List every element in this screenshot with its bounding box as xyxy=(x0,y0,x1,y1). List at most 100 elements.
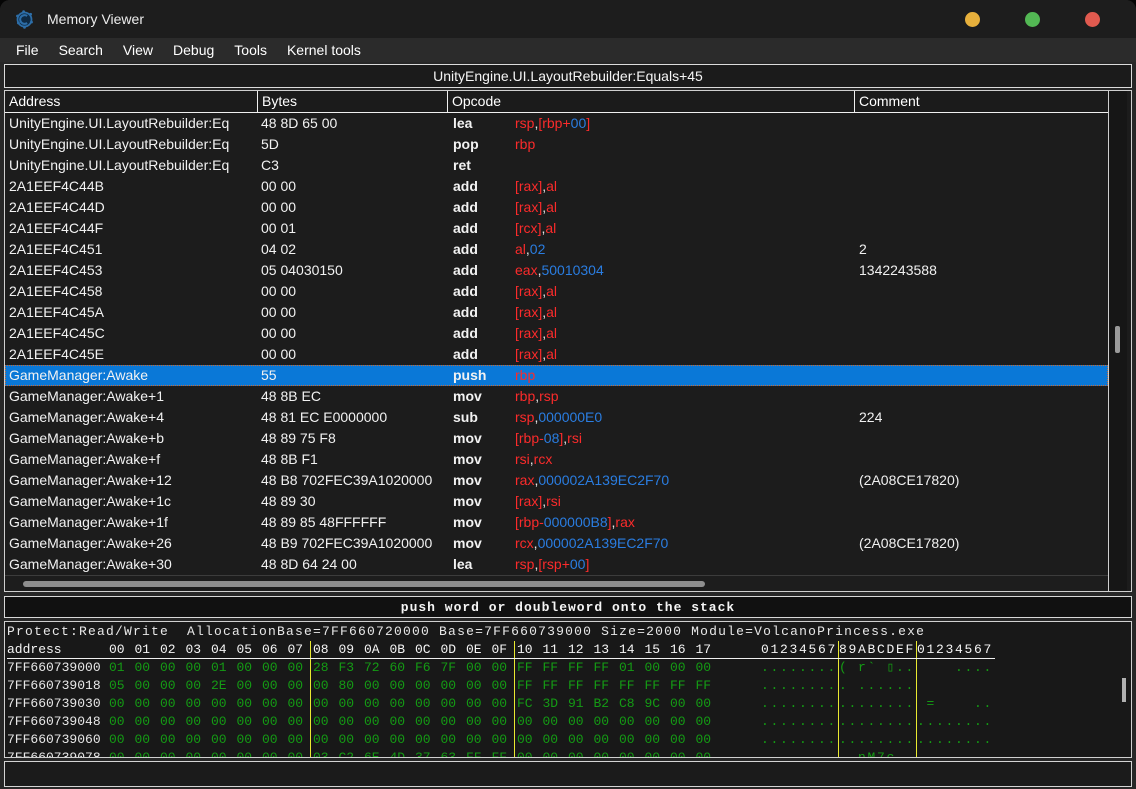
hex-byte[interactable]: F6 xyxy=(413,659,439,677)
hex-byte[interactable]: 00 xyxy=(515,749,541,758)
disassembly-row[interactable]: GameManager:Awake+30 48 8D 64 24 00 lea … xyxy=(5,554,1108,575)
hex-byte[interactable]: FF xyxy=(592,677,618,695)
hex-byte[interactable]: FC xyxy=(515,695,541,713)
hex-byte[interactable]: 00 xyxy=(286,749,312,758)
hex-byte[interactable]: FF xyxy=(490,749,516,758)
hex-byte[interactable]: 00 xyxy=(464,695,490,713)
hex-byte[interactable]: FF xyxy=(566,677,592,695)
disassembly-row[interactable]: 2A1EEF4C44D 00 00 add [rax],al xyxy=(5,197,1108,218)
hex-byte[interactable]: 00 xyxy=(158,713,184,731)
hex-byte[interactable]: 00 xyxy=(184,659,210,677)
hex-byte[interactable]: 00 xyxy=(694,731,720,749)
hex-byte[interactable]: 00 xyxy=(311,695,337,713)
disassembly-row[interactable]: GameManager:Awake 55 push rbp xyxy=(5,365,1108,386)
hex-byte[interactable]: FF xyxy=(694,677,720,695)
hex-byte[interactable]: 00 xyxy=(592,731,618,749)
disassembly-row[interactable]: GameManager:Awake+1 48 8B EC mov rbp,rsp xyxy=(5,386,1108,407)
hex-byte[interactable]: 00 xyxy=(694,749,720,758)
hex-byte[interactable]: 00 xyxy=(311,677,337,695)
hex-byte[interactable]: 00 xyxy=(107,731,133,749)
hex-byte[interactable]: 00 xyxy=(464,731,490,749)
hex-byte[interactable]: 00 xyxy=(643,659,669,677)
hex-byte[interactable]: 28 xyxy=(311,659,337,677)
hex-byte[interactable]: 00 xyxy=(439,695,465,713)
hex-byte[interactable]: 00 xyxy=(617,749,643,758)
hex-ascii-text[interactable]: ........ xyxy=(761,677,839,695)
hex-byte[interactable]: 00 xyxy=(235,731,261,749)
hex-byte[interactable]: 00 xyxy=(490,731,516,749)
hex-byte[interactable]: 00 xyxy=(184,731,210,749)
hex-byte[interactable]: 00 xyxy=(133,749,159,758)
hex-byte[interactable]: 00 xyxy=(388,713,414,731)
hex-byte[interactable]: 91 xyxy=(566,695,592,713)
hex-byte[interactable]: 00 xyxy=(439,677,465,695)
hex-ascii-text[interactable] xyxy=(917,677,995,695)
hex-byte[interactable]: 00 xyxy=(286,659,312,677)
hex-byte[interactable]: 00 xyxy=(107,749,133,758)
hex-byte[interactable]: 00 xyxy=(235,749,261,758)
hex-byte[interactable]: 00 xyxy=(617,713,643,731)
hex-ascii-text[interactable]: ........ xyxy=(839,713,917,731)
hex-byte[interactable]: 00 xyxy=(158,731,184,749)
hex-byte[interactable]: FF xyxy=(566,659,592,677)
hex-ascii-text[interactable]: ........ xyxy=(839,731,917,749)
hex-byte[interactable]: 05 xyxy=(107,677,133,695)
hex-byte[interactable]: 00 xyxy=(668,713,694,731)
menu-item-kernel-tools[interactable]: Kernel tools xyxy=(277,40,371,60)
hex-byte[interactable]: 00 xyxy=(209,731,235,749)
hex-byte[interactable]: 00 xyxy=(413,713,439,731)
disassembly-row[interactable]: GameManager:Awake+b 48 89 75 F8 mov [rbp… xyxy=(5,428,1108,449)
hex-byte[interactable]: FF xyxy=(541,659,567,677)
hex-byte[interactable]: 00 xyxy=(133,677,159,695)
hex-byte[interactable]: 00 xyxy=(566,731,592,749)
hex-byte[interactable]: 00 xyxy=(541,749,567,758)
hex-byte[interactable]: 00 xyxy=(362,731,388,749)
disassembly-row[interactable]: UnityEngine.UI.LayoutRebuilder:Eq 5D pop… xyxy=(5,134,1108,155)
close-button[interactable] xyxy=(1085,12,1100,27)
hex-byte[interactable]: 00 xyxy=(694,659,720,677)
hex-byte[interactable]: FF xyxy=(464,749,490,758)
hex-byte[interactable]: 00 xyxy=(668,749,694,758)
hex-byte[interactable]: 00 xyxy=(490,677,516,695)
hex-byte[interactable]: FF xyxy=(617,677,643,695)
hex-byte[interactable]: F3 xyxy=(337,659,363,677)
hex-byte[interactable]: 00 xyxy=(107,695,133,713)
hex-byte[interactable]: 00 xyxy=(286,713,312,731)
disassembly-row[interactable]: 2A1EEF4C451 04 02 add al,02 2 xyxy=(5,239,1108,260)
hex-byte[interactable]: 3D xyxy=(541,695,567,713)
hex-byte[interactable]: 00 xyxy=(235,713,261,731)
hex-byte[interactable]: 00 xyxy=(209,713,235,731)
hex-byte[interactable]: 6E xyxy=(362,749,388,758)
disassembly-row[interactable]: 2A1EEF4C458 00 00 add [rax],al xyxy=(5,281,1108,302)
hex-byte[interactable]: 00 xyxy=(235,659,261,677)
hex-byte[interactable]: 01 xyxy=(617,659,643,677)
hex-byte[interactable]: 63 xyxy=(439,749,465,758)
hex-byte[interactable]: FF xyxy=(668,677,694,695)
menu-item-file[interactable]: File xyxy=(6,40,49,60)
hex-byte[interactable]: 00 xyxy=(388,695,414,713)
hex-ascii-text[interactable]: ........ xyxy=(761,659,839,677)
hex-byte[interactable]: 01 xyxy=(209,659,235,677)
hex-byte[interactable]: 00 xyxy=(490,659,516,677)
disassembly-row[interactable]: 2A1EEF4C44F 00 01 add [rcx],al xyxy=(5,218,1108,239)
hex-ascii-text[interactable]: ........ xyxy=(761,731,839,749)
hex-byte[interactable]: 00 xyxy=(464,713,490,731)
hex-byte[interactable]: 00 xyxy=(362,677,388,695)
hex-byte[interactable]: 00 xyxy=(184,677,210,695)
hex-byte[interactable]: C2 xyxy=(337,749,363,758)
hex-byte[interactable]: FF xyxy=(515,659,541,677)
hexview-scrollbar-thumb[interactable] xyxy=(1122,678,1126,702)
menu-item-search[interactable]: Search xyxy=(49,40,113,60)
vertical-scrollbar-thumb[interactable] xyxy=(1115,326,1120,353)
hex-byte[interactable]: 00 xyxy=(413,695,439,713)
hex-byte[interactable]: 00 xyxy=(286,677,312,695)
hex-byte[interactable]: 00 xyxy=(158,659,184,677)
hex-byte[interactable]: 4D xyxy=(388,749,414,758)
hex-byte[interactable]: 80 xyxy=(337,677,363,695)
hex-byte[interactable]: 00 xyxy=(668,695,694,713)
hex-byte[interactable]: 9C xyxy=(643,695,669,713)
disassembly-row[interactable]: 2A1EEF4C45A 00 00 add [rax],al xyxy=(5,302,1108,323)
hex-byte[interactable]: 00 xyxy=(388,731,414,749)
hex-byte[interactable]: 00 xyxy=(541,731,567,749)
hex-byte[interactable]: 00 xyxy=(490,695,516,713)
